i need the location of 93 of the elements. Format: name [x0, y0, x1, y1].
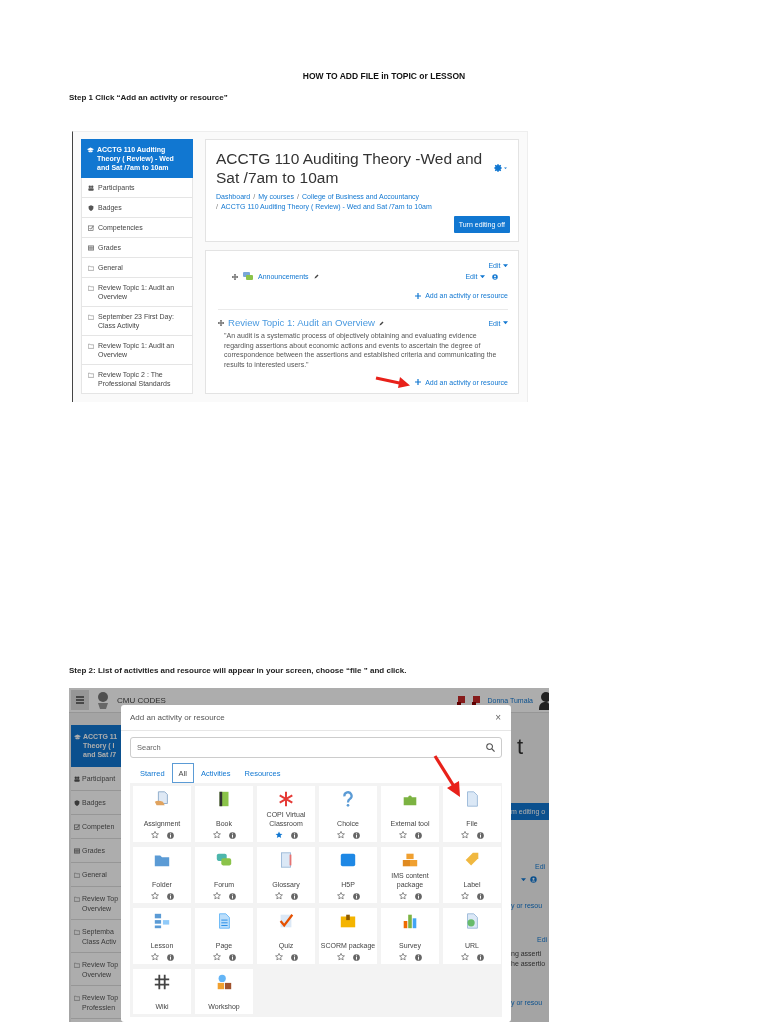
people-icon: [88, 184, 94, 191]
graduation-cap-icon: [87, 146, 94, 153]
caret-icon: [503, 263, 508, 268]
table-icon: [88, 244, 94, 251]
info-icon[interactable]: [166, 892, 174, 900]
star-icon[interactable]: [336, 953, 345, 961]
folder-icon: [74, 928, 80, 935]
snowflake-icon: [277, 790, 295, 808]
package-icon: [339, 912, 357, 930]
dialog-title: Add an activity or resource: [130, 713, 225, 722]
star-icon[interactable]: [398, 953, 407, 961]
info-icon[interactable]: [414, 831, 422, 839]
plus-icon: [415, 292, 422, 299]
forum-icon: [243, 272, 253, 281]
folder-icon: [88, 264, 94, 271]
folder-icon: [74, 871, 80, 878]
info-icon[interactable]: [290, 831, 298, 839]
search-icon[interactable]: [486, 743, 495, 752]
star-icon[interactable]: [336, 892, 345, 900]
info-icon[interactable]: [352, 892, 360, 900]
star-icon[interactable]: [150, 953, 159, 961]
info-icon[interactable]: [476, 892, 484, 900]
gear-icon[interactable]: [494, 164, 508, 172]
info-icon[interactable]: [414, 953, 422, 961]
course-title: ACCTG 110 Auditing Theory -Wed and Sat /7am to 10am: [216, 149, 484, 187]
checkbox-icon: [88, 224, 94, 231]
close-button[interactable]: ×: [495, 712, 501, 723]
checkmark-icon: [277, 912, 295, 930]
step-instruction: Step 1 Click “Add an activity or resource”: [69, 93, 229, 103]
star-icon[interactable]: [274, 831, 283, 839]
square-icon: [339, 851, 357, 869]
site-name[interactable]: CMU CODES: [117, 695, 166, 705]
info-icon[interactable]: [166, 953, 174, 961]
folder-icon: [88, 342, 94, 349]
table-icon: [74, 847, 80, 854]
pencil-icon[interactable]: [313, 274, 319, 279]
info-icon[interactable]: [476, 953, 484, 961]
folder-icon: [88, 371, 94, 378]
user-icon[interactable]: [530, 876, 537, 883]
star-icon[interactable]: [274, 892, 283, 900]
star-icon[interactable]: [150, 892, 159, 900]
star-icon[interactable]: [398, 831, 407, 839]
info-icon[interactable]: [228, 892, 236, 900]
bar-chart-icon: [401, 912, 419, 930]
star-icon[interactable]: [398, 892, 407, 900]
star-icon[interactable]: [212, 953, 221, 961]
star-icon[interactable]: [212, 831, 221, 839]
caret-icon: [503, 321, 508, 325]
info-icon[interactable]: [228, 831, 236, 839]
info-icon[interactable]: [476, 831, 484, 839]
star-icon[interactable]: [150, 831, 159, 839]
star-icon[interactable]: [336, 831, 345, 839]
menu-icon[interactable]: [71, 690, 89, 710]
shield-icon: [74, 799, 80, 806]
user-icon[interactable]: [492, 273, 498, 280]
avatar-icon[interactable]: [539, 690, 549, 710]
arrow: [433, 754, 463, 798]
star-icon[interactable]: [460, 892, 469, 900]
grid-icon: [153, 973, 171, 991]
arrow: [374, 375, 412, 389]
folder-icon: [74, 961, 80, 968]
checkbox-icon: [74, 823, 80, 830]
document-title: HOW TO ADD FILE in TOPIC or LESSON: [301, 71, 467, 81]
info-icon[interactable]: [414, 892, 422, 900]
caret-icon[interactable]: [521, 877, 526, 882]
star-icon[interactable]: [460, 953, 469, 961]
flowchart-icon: [153, 912, 171, 930]
document-icon: [153, 790, 171, 808]
folder-icon: [74, 895, 80, 902]
people-icon: [74, 775, 80, 782]
star-icon[interactable]: [460, 831, 469, 839]
folder-icon: [88, 313, 94, 320]
info-icon[interactable]: [290, 892, 298, 900]
step-instruction: Step 2: List of activities and resource will appear in your screen, choose “file ” and click.: [69, 666, 408, 676]
graduation-cap-icon: [74, 733, 81, 740]
people-icon: [215, 973, 233, 991]
folder-icon: [88, 284, 94, 291]
star-icon[interactable]: [274, 953, 283, 961]
info-icon[interactable]: [352, 831, 360, 839]
plus-icon: [415, 379, 422, 385]
pencil-icon[interactable]: [379, 320, 384, 326]
info-icon[interactable]: [166, 831, 174, 839]
info-icon[interactable]: [352, 953, 360, 961]
folder-icon: [74, 994, 80, 1001]
boxes-icon: [401, 851, 419, 869]
move-icon: [232, 273, 238, 280]
move-icon: [218, 320, 224, 326]
star-icon[interactable]: [212, 892, 221, 900]
info-icon[interactable]: [290, 953, 298, 961]
shield-icon: [88, 204, 94, 211]
info-icon[interactable]: [228, 953, 236, 961]
page-title: t: [516, 735, 525, 759]
caret-icon: [480, 274, 485, 279]
